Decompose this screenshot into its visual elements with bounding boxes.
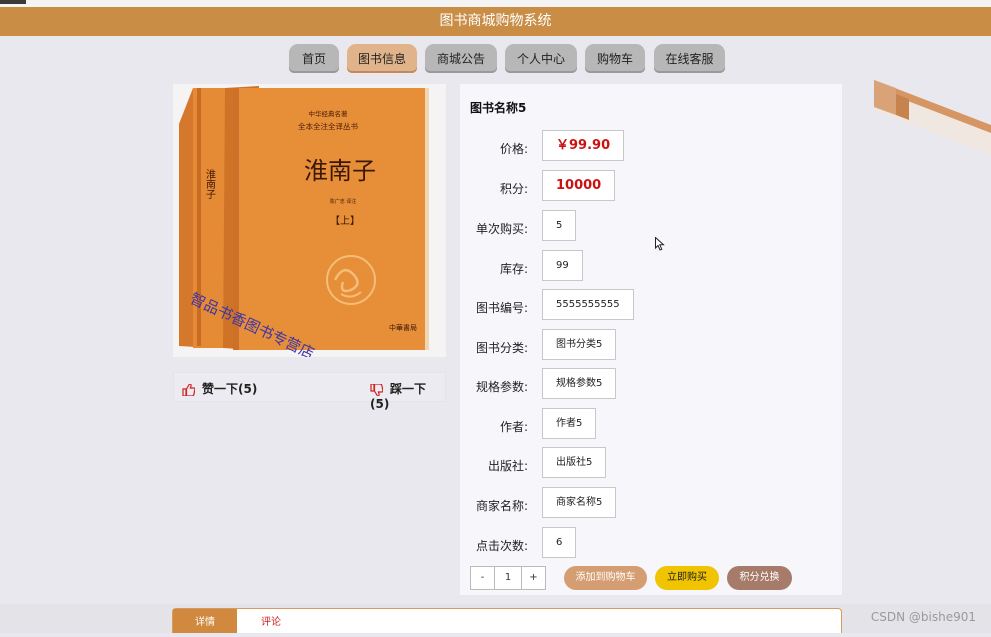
watermark: CSDN @bishe901 [870,610,976,624]
price-label: 价格: [499,142,528,156]
specs-value: 规格参数5 [542,368,617,399]
points-exchange-button[interactable]: 积分兑换 [727,566,792,590]
quantity-decrement-button[interactable]: - [471,567,494,589]
nav-customer-service[interactable]: 在线客服 [654,44,725,73]
category-label: 图书分类: [475,341,528,355]
quantity-input[interactable]: 1 [494,567,522,589]
purchase-limit-label: 单次购买: [475,222,528,236]
book-number-label: 图书编号: [475,301,528,315]
points-value: 10000 [542,170,616,201]
publisher-seal: 中華書局 [389,323,417,332]
add-to-cart-button[interactable]: 添加到购物车 [564,566,647,590]
author-label: 作者: [499,420,528,434]
nav-home[interactable]: 首页 [289,44,339,73]
thumbs-up-icon [182,382,196,397]
corner-mark [0,0,26,4]
quantity-increment-button[interactable]: + [522,567,545,589]
nav-book-info[interactable]: 图书信息 [347,44,417,73]
mouse-cursor-icon [655,237,665,251]
dislike-button[interactable]: 踩一下(5) [370,380,445,411]
tab-comments[interactable]: 评论 [237,609,305,633]
app-title: 图书商城购物系统 [439,13,552,29]
app-header: 图书商城购物系统 [0,7,991,36]
nav-cart[interactable]: 购物车 [585,44,645,73]
price-value: ￥99.90 [542,130,625,161]
nav-personal-center[interactable]: 个人中心 [505,44,577,73]
click-count-value: 6 [542,527,577,558]
stock-label: 库存: [499,262,528,276]
click-count-label: 点击次数: [475,539,528,553]
detail-tabs: 详情 评论 [172,608,842,633]
main-nav: 首页 图书信息 商城公告 个人中心 购物车 在线客服 [0,44,991,74]
publisher-label: 出版社: [487,459,528,473]
specs-label: 规格参数: [475,380,528,394]
cover-subtitle: 全本全注全译丛书 [298,121,358,131]
points-label: 积分: [499,182,528,196]
like-button[interactable]: 赞一下(5) [182,380,257,397]
nav-announcements[interactable]: 商城公告 [425,44,497,73]
thumbs-down-icon [370,382,384,397]
category-value: 图书分类5 [542,329,617,360]
like-label: 赞一下(5) [202,382,258,396]
cover-series: 中华经典名著 [309,109,349,118]
cover-author: 陈广忠 译注 [330,198,357,205]
buy-now-button[interactable]: 立即购买 [655,566,719,590]
publisher-value: 出版社5 [542,447,607,478]
vote-bar: 赞一下(5) 踩一下(5) [173,372,446,411]
top-strip [0,0,991,7]
product-detail-panel: 图书名称5 价格: ￥99.90 积分: 10000 单次购买: 5 库存: 9… [460,84,842,595]
cover-title: 淮南子 [304,157,376,185]
product-name: 图书名称5 [470,101,527,115]
purchase-limit-value: 5 [542,210,577,241]
merchant-label: 商家名称: [475,499,528,513]
cover-volume: 【上】 [330,215,360,227]
book-cover-image: 中华经典名著 全本全注全译丛书 淮南子 陈广忠 译注 【上】 淮南子 中華書局 … [173,84,446,363]
quantity-stepper: - 1 + [470,566,546,590]
spine-title: 淮南子 [204,169,216,199]
merchant-value: 商家名称5 [542,487,617,518]
stock-value: 99 [542,250,583,281]
decorative-frame [874,80,991,155]
tab-details[interactable]: 详情 [173,609,237,633]
author-value: 作者5 [542,408,597,439]
book-number-value: 5555555555 [542,289,634,320]
